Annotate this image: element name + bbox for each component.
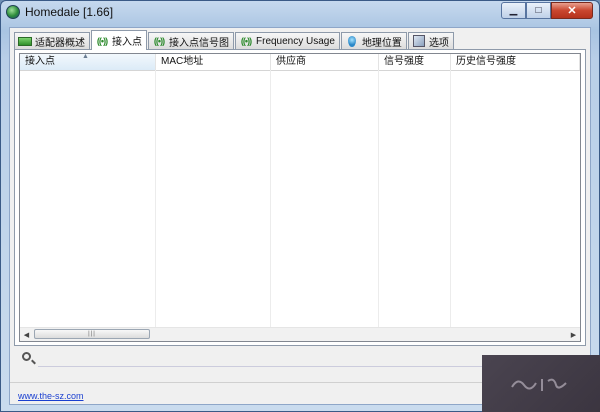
grid-line: [378, 70, 379, 328]
tab-adapter-overview[interactable]: 适配器概述: [14, 32, 90, 49]
column-label: 供应商: [276, 56, 306, 67]
watermark-overlay: [482, 355, 600, 412]
column-header-access-point[interactable]: 接入点 ▲: [20, 53, 156, 70]
tab-label: 选项: [428, 37, 449, 49]
column-label: MAC地址: [161, 56, 204, 67]
location-pin-icon: [345, 35, 359, 47]
network-adapter-icon: [18, 35, 32, 47]
app-window: Homedale [1.66] ▁ □ ✕ 适配器概述 ((•)) 接入点 ((…: [0, 0, 600, 412]
tab-label: 适配器概述: [35, 37, 85, 49]
tab-frequency-usage[interactable]: ((•)) Frequency Usage: [235, 32, 340, 49]
column-header-signal-strength[interactable]: 信号强度: [379, 54, 451, 70]
tab-location[interactable]: 地理位置: [340, 32, 407, 49]
list-header: 接入点 ▲ MAC地址 供应商 信号强度 历史信号强度: [20, 53, 580, 71]
horizontal-scrollbar[interactable]: ◀ ||| ▶: [20, 327, 580, 341]
tab-strip: 适配器概述 ((•)) 接入点 ((•)) 接入点信号图 ((•)) Frequ…: [14, 30, 455, 50]
column-label: 信号强度: [384, 56, 424, 67]
maximize-button[interactable]: □: [526, 2, 551, 19]
tab-label: 地理位置: [361, 37, 402, 49]
tab-label: Frequency Usage: [256, 35, 335, 47]
tab-label: 接入点信号图: [169, 37, 229, 49]
access-points-panel: 接入点 ▲ MAC地址 供应商 信号强度 历史信号强度 ◀ ||| ▶: [14, 49, 586, 346]
window-title: Homedale [1.66]: [25, 5, 114, 19]
options-icon: [412, 35, 426, 47]
column-header-mac-address[interactable]: MAC地址: [156, 54, 271, 70]
wifi-signal-icon: ((•)): [240, 36, 252, 46]
column-label: 接入点: [25, 56, 55, 67]
grid-line: [155, 70, 156, 328]
watermark-logo-icon: [511, 378, 567, 391]
scroll-right-arrow-icon[interactable]: ▶: [567, 328, 580, 341]
close-button[interactable]: ✕: [551, 2, 593, 19]
window-controls: ▁ □ ✕: [501, 2, 593, 19]
column-label: 历史信号强度: [456, 56, 516, 67]
client-area: 适配器概述 ((•)) 接入点 ((•)) 接入点信号图 ((•)) Frequ…: [9, 27, 591, 405]
tab-options[interactable]: 选项: [407, 32, 454, 49]
tab-access-points[interactable]: ((•)) 接入点: [91, 30, 147, 50]
globe-icon: [6, 5, 20, 19]
search-icon: [22, 352, 31, 361]
wifi-signal-icon: ((•)): [153, 36, 165, 46]
wifi-signal-icon: ((•)): [96, 35, 108, 46]
access-point-list[interactable]: 接入点 ▲ MAC地址 供应商 信号强度 历史信号强度 ◀ ||| ▶: [19, 53, 581, 342]
grid-line: [450, 70, 451, 328]
sort-ascending-icon: ▲: [82, 53, 89, 60]
website-link[interactable]: www.the-sz.com: [18, 391, 84, 401]
column-header-signal-history[interactable]: 历史信号强度: [451, 54, 580, 70]
tab-label: 接入点: [112, 37, 142, 48]
list-body: [20, 70, 580, 328]
minimize-button[interactable]: ▁: [501, 2, 526, 19]
tab-signal-graph[interactable]: ((•)) 接入点信号图: [148, 32, 234, 49]
scroll-left-arrow-icon[interactable]: ◀: [20, 328, 33, 341]
grid-line: [270, 70, 271, 328]
column-header-vendor[interactable]: 供应商: [271, 54, 379, 70]
title-bar[interactable]: Homedale [1.66] ▁ □ ✕: [1, 1, 599, 23]
scrollbar-thumb[interactable]: |||: [34, 329, 150, 339]
